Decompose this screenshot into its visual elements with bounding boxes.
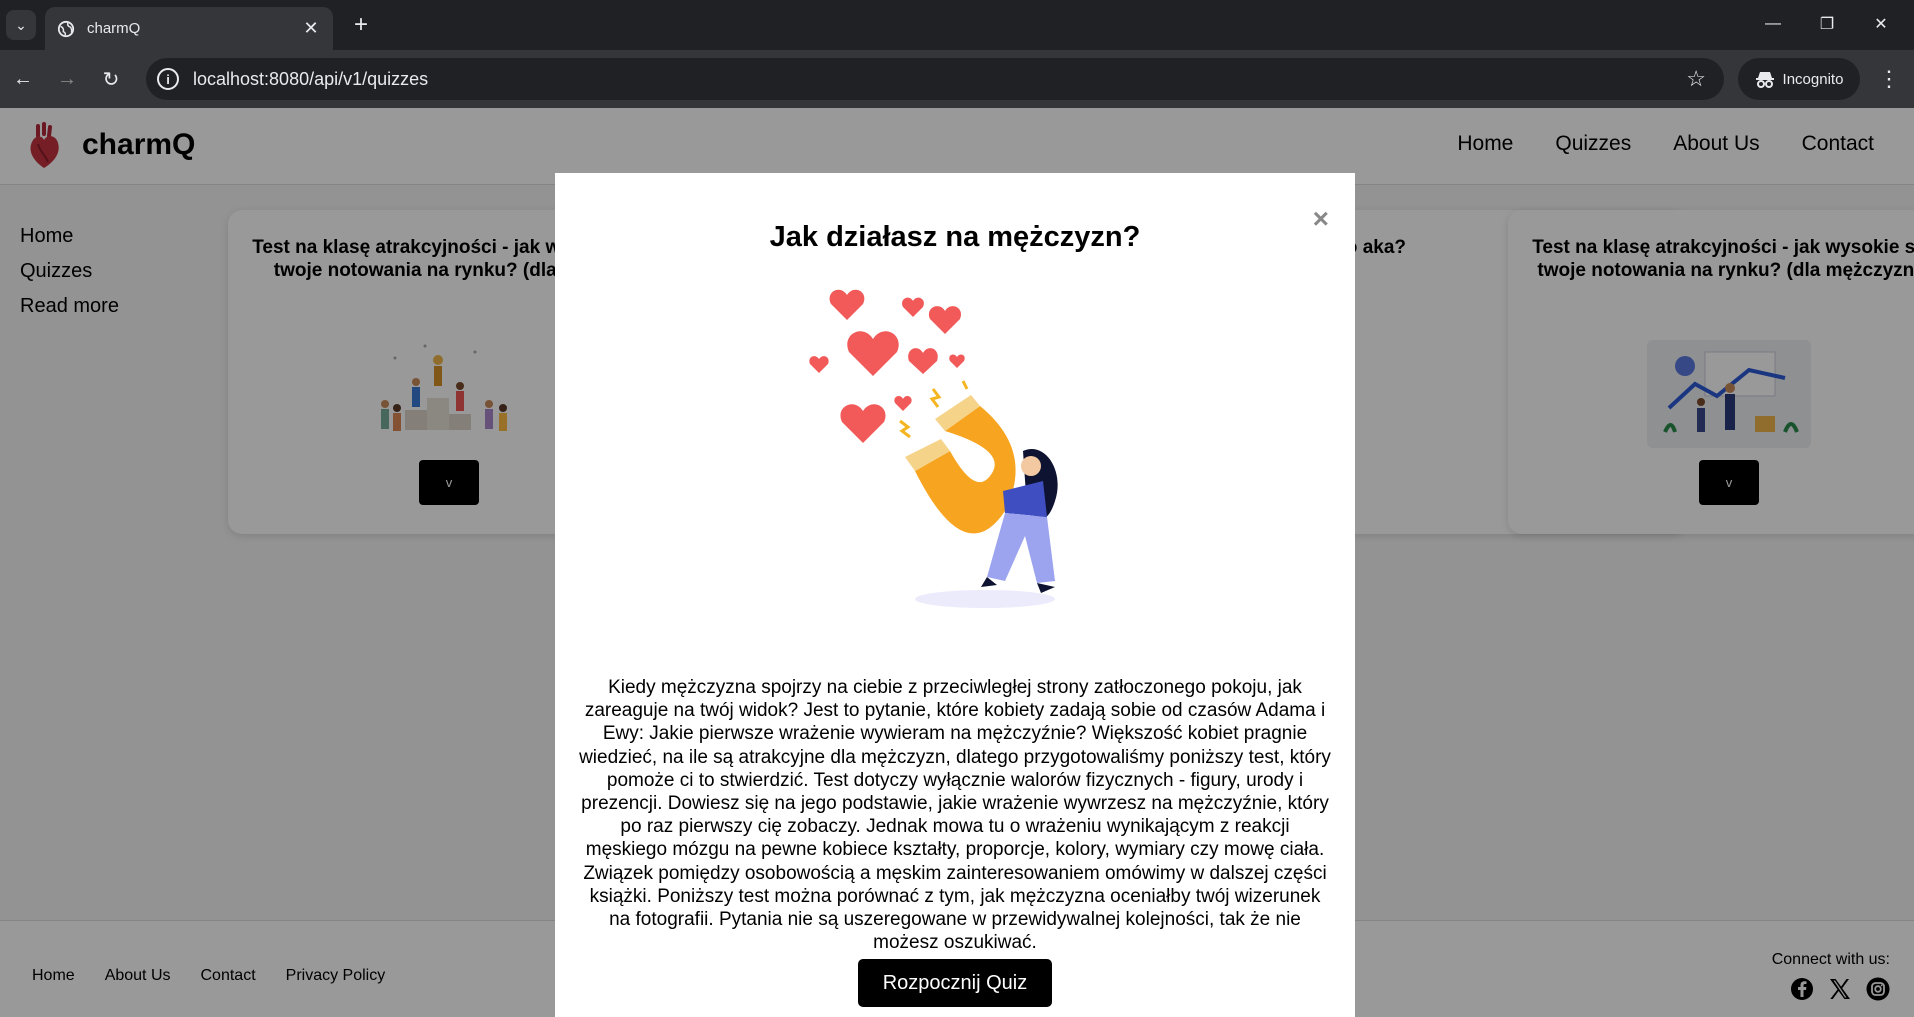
restore-icon[interactable]: ❐ bbox=[1804, 8, 1850, 40]
tab-close-icon[interactable]: ✕ bbox=[301, 18, 321, 39]
window-close-icon[interactable]: ✕ bbox=[1858, 8, 1904, 40]
incognito-icon bbox=[1755, 72, 1774, 88]
incognito-button[interactable]: Incognito bbox=[1738, 58, 1860, 100]
reload-icon[interactable]: ↻ bbox=[96, 64, 126, 94]
forward-icon[interactable]: → bbox=[52, 64, 82, 94]
incognito-label: Incognito bbox=[1782, 70, 1844, 88]
bookmark-star-icon[interactable]: ☆ bbox=[1686, 66, 1706, 92]
browser-tab[interactable]: charmQ ✕ bbox=[45, 7, 333, 50]
tab-search-icon[interactable]: ⌄ bbox=[6, 10, 36, 40]
magnet-hearts-illustration bbox=[809, 289, 1058, 608]
quiz-modal: × Jak działasz na mężczyzn? Kiedy mężczy… bbox=[555, 173, 1355, 1017]
browser-tab-bar: ⌄ charmQ ✕ + — ❐ ✕ bbox=[0, 0, 1914, 50]
browser-menu-icon[interactable]: ⋮ bbox=[1874, 64, 1904, 94]
modal-title: Jak działasz na mężczyzn? bbox=[769, 221, 1141, 253]
site-info-icon[interactable]: i bbox=[157, 68, 179, 90]
modal-description: Kiedy mężczyzna spojrzy na ciebie z prze… bbox=[579, 677, 1331, 954]
address-bar[interactable]: i localhost:8080/api/v1/quizzes ☆ bbox=[146, 58, 1724, 100]
back-icon[interactable]: ← bbox=[8, 64, 38, 94]
globe-icon bbox=[57, 20, 75, 37]
browser-toolbar: ← → ↻ i localhost:8080/api/v1/quizzes ☆ … bbox=[0, 50, 1914, 108]
start-quiz-button[interactable]: Rozpocznij Quiz bbox=[858, 959, 1052, 1007]
tab-title: charmQ bbox=[87, 20, 141, 37]
url-text[interactable]: localhost:8080/api/v1/quizzes bbox=[193, 69, 1686, 90]
new-tab-icon[interactable]: + bbox=[346, 10, 376, 40]
minimize-icon[interactable]: — bbox=[1750, 8, 1796, 40]
